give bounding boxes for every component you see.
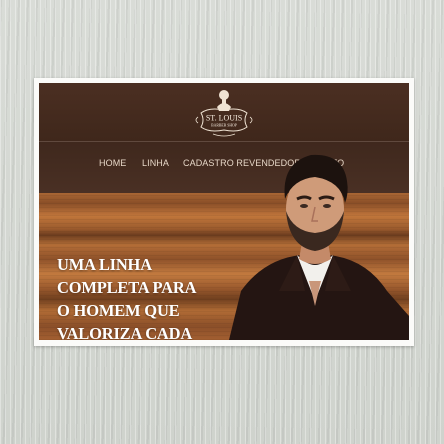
website-preview: ST. LOUIS BARBER SHOP HOME LINHA CADASTR… [39, 83, 409, 340]
brand-subtitle: BARBER SHOP [211, 124, 237, 128]
brand-logo[interactable]: ST. LOUIS BARBER SHOP [189, 87, 259, 139]
hero-line: VALORIZA CADA [57, 324, 193, 340]
hero-headline: UMA LINHA COMPLETA PARA O HOMEM QUE VALO… [57, 253, 227, 340]
nav-item-linha[interactable]: LINHA [142, 158, 169, 168]
hero-line: UMA LINHA [57, 255, 152, 274]
site-header: ST. LOUIS BARBER SHOP [39, 83, 409, 141]
brand-name: ST. LOUIS [206, 114, 242, 123]
hero-line: O HOMEM QUE [57, 301, 180, 320]
logo-emblem: ST. LOUIS BARBER SHOP [195, 90, 253, 137]
model-photo [229, 154, 409, 340]
hero-line: COMPLETA PARA [57, 278, 197, 297]
nav-item-home[interactable]: HOME [99, 158, 126, 168]
screenshot-frame: ST. LOUIS BARBER SHOP HOME LINHA CADASTR… [34, 78, 414, 346]
